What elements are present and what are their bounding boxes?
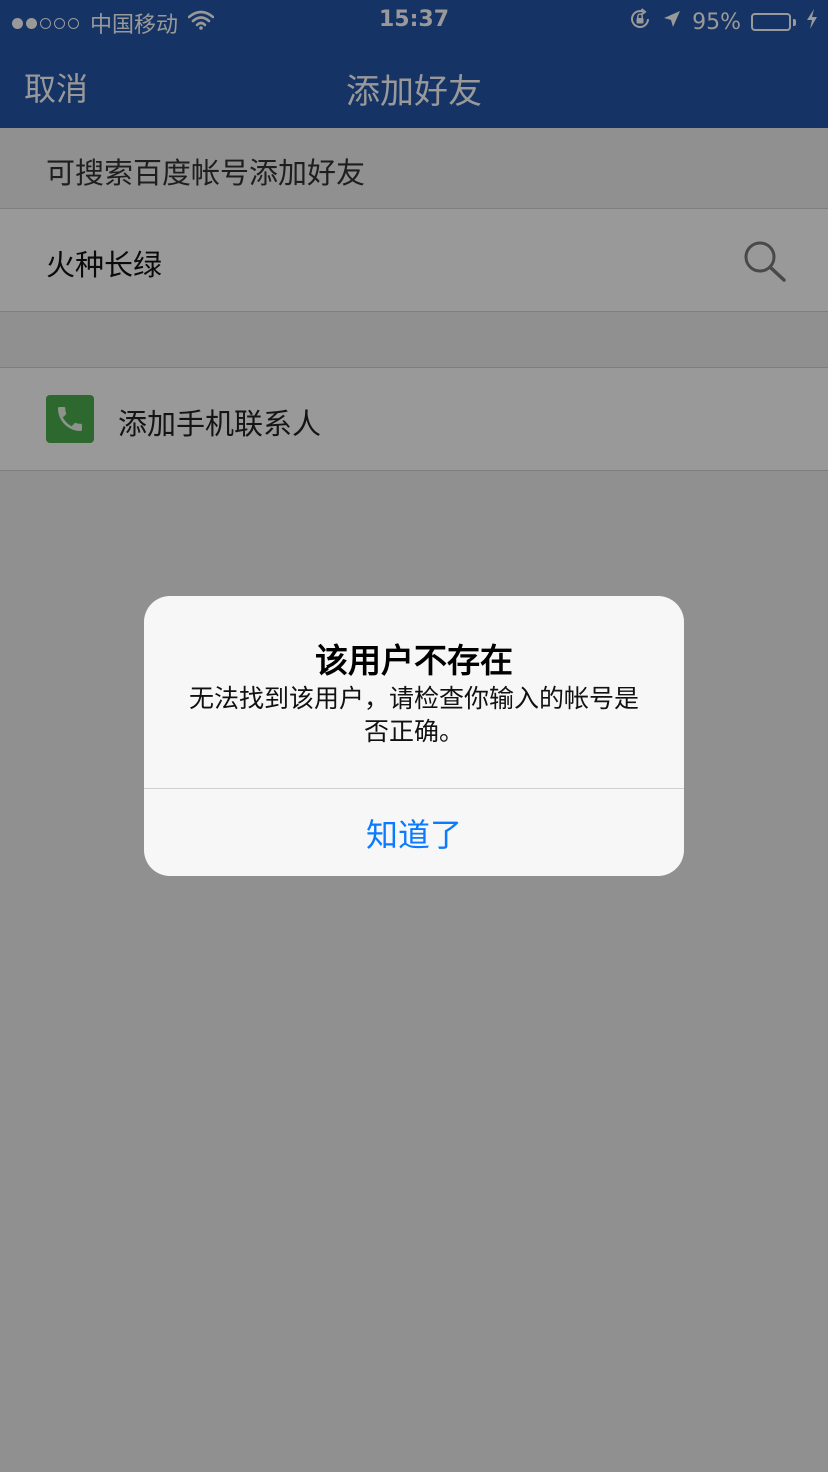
alert-title: 该用户不存在: [315, 641, 513, 680]
alert-dialog: 该用户不存在 无法找到该用户，请检查你输入的帐号是否正确。 知道了: [144, 596, 684, 876]
ok-button[interactable]: 知道了: [144, 789, 684, 876]
alert-message: 无法找到该用户，请检查你输入的帐号是否正确。: [188, 684, 639, 746]
